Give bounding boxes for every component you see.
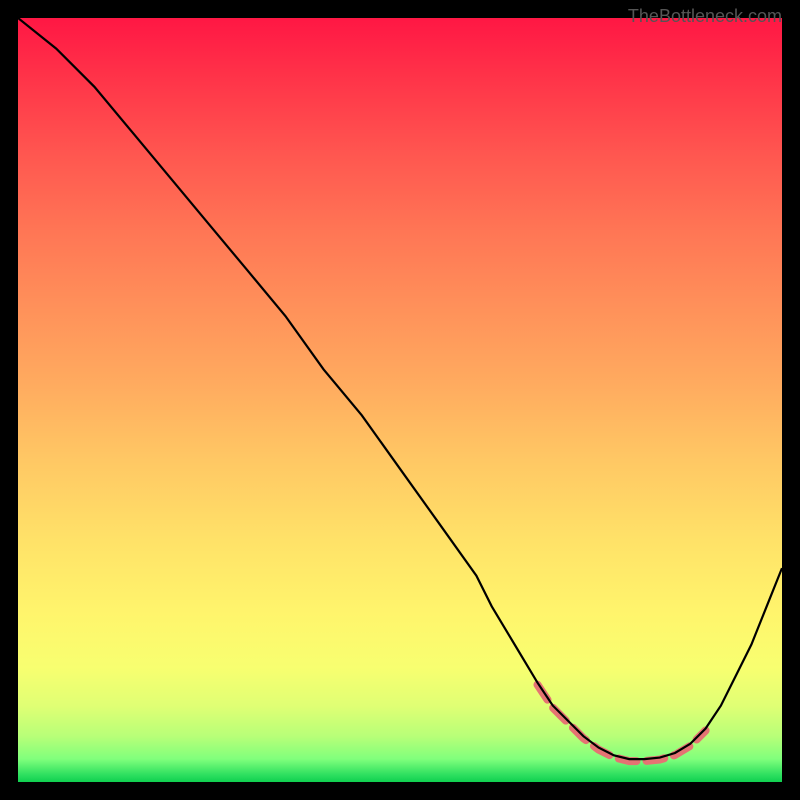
bottleneck-curve-line: [18, 18, 782, 759]
chart-plot-area: [18, 18, 782, 782]
watermark-text: TheBottleneck.com: [628, 6, 782, 27]
chart-svg: [18, 18, 782, 782]
